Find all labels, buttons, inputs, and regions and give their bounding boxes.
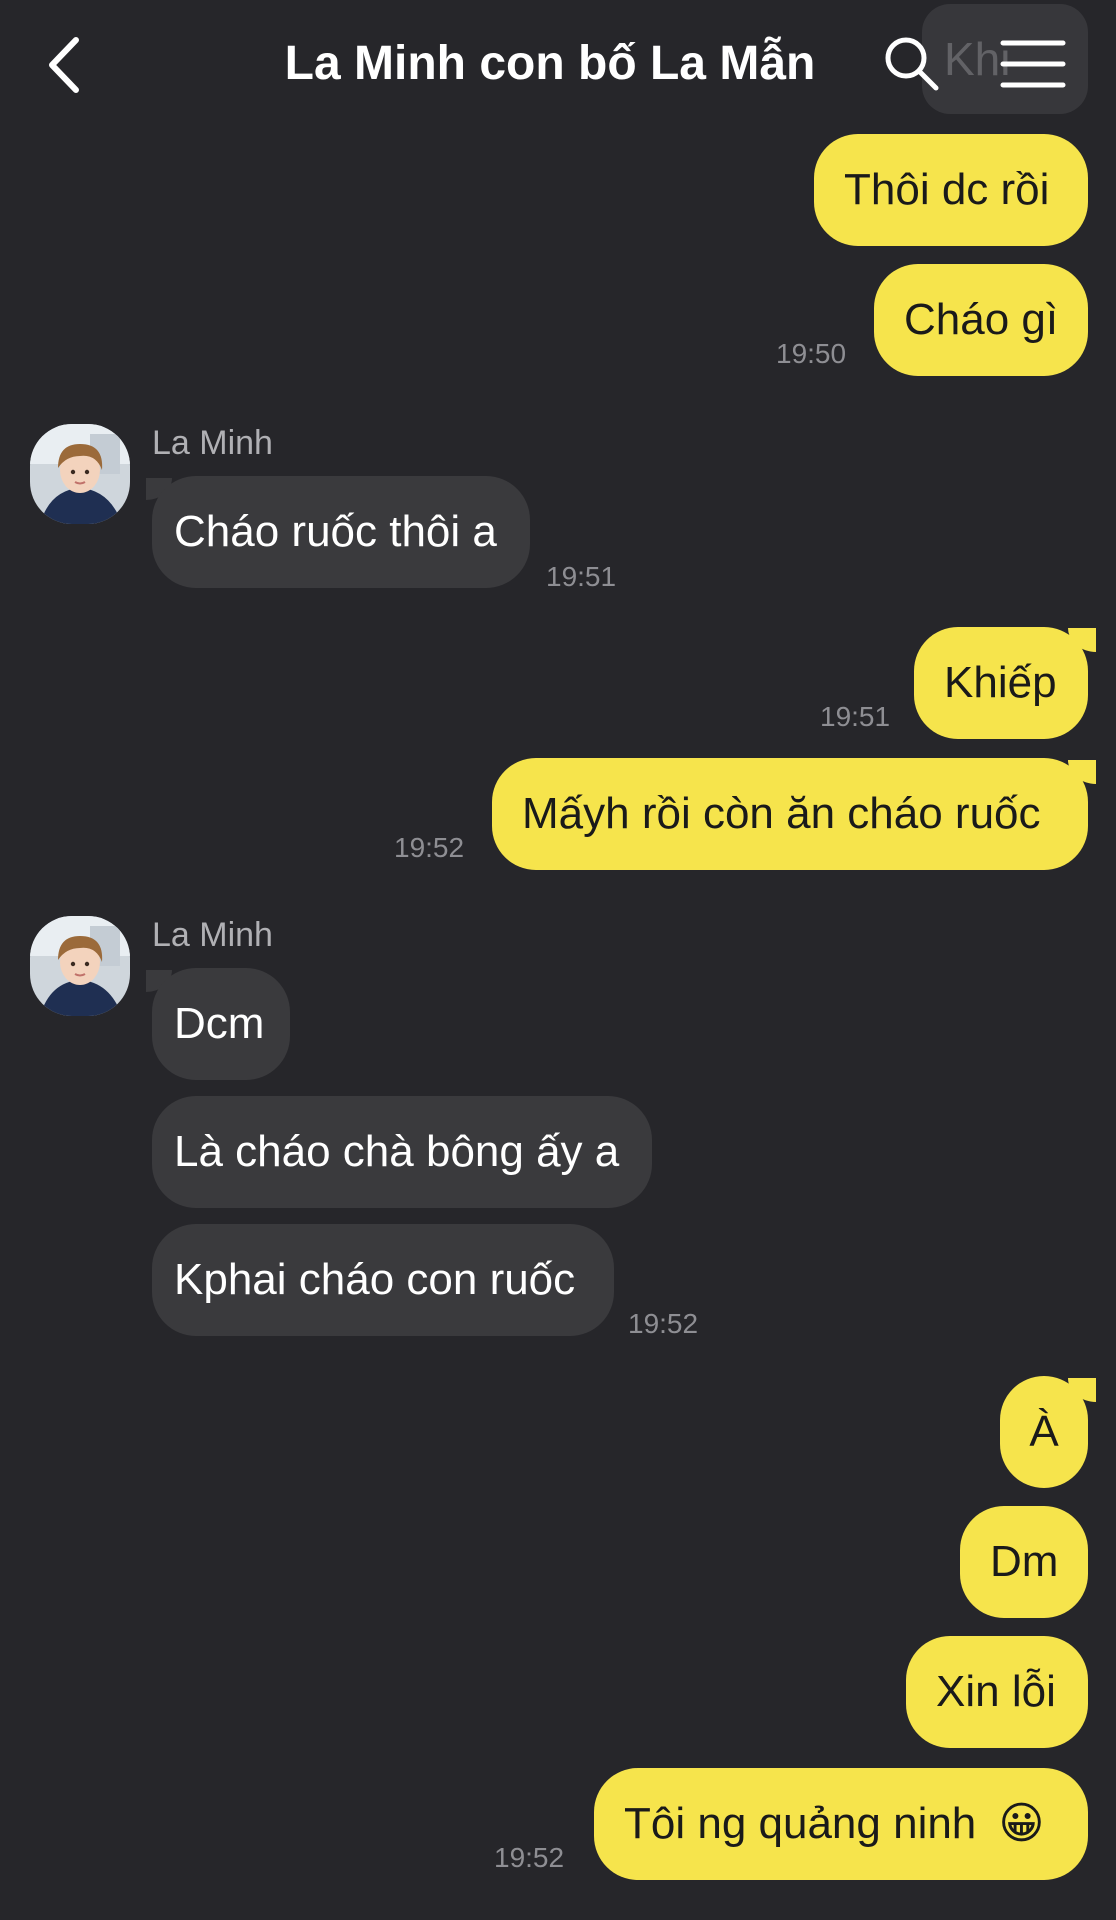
message-bubble-outgoing[interactable]: Xin lỗi (906, 1636, 1088, 1748)
message-bubble-outgoing[interactable]: À (1000, 1376, 1088, 1488)
menu-icon (1000, 40, 1066, 88)
sender-name: La Minh (152, 916, 273, 954)
message-bubble-outgoing[interactable]: Thôi dc rồi (814, 134, 1088, 246)
message-bubble-incoming[interactable]: Là cháo chà bông ấy a (152, 1096, 652, 1208)
sender-name: La Minh (152, 424, 273, 462)
message-bubble-incoming[interactable]: Dcm (152, 968, 290, 1080)
message-timestamp: 19:52 (628, 1308, 699, 1339)
search-icon (885, 37, 939, 91)
message-timestamp: 19:52 (394, 832, 465, 863)
message-bubble-outgoing[interactable]: Cháo gì (874, 264, 1088, 376)
message-bubble-incoming[interactable]: Cháo ruốc thôi a (152, 476, 530, 588)
message-bubble-outgoing[interactable]: Tôi ng quảng ninh 😀 (594, 1768, 1088, 1880)
message-timestamp: 19:52 (494, 1842, 565, 1873)
menu-button[interactable] (1000, 38, 1066, 90)
avatar[interactable] (30, 916, 130, 1016)
message-text: Tôi ng quảng ninh (624, 1799, 977, 1848)
avatar[interactable] (30, 424, 130, 524)
grinning-emoji-icon: 😀 (998, 1798, 1045, 1849)
message-timestamp: 19:51 (820, 701, 891, 732)
message-timestamp: 19:51 (546, 561, 617, 592)
chat-header: Khi La Minh con bố La Mẫn (0, 0, 1116, 130)
message-bubble-outgoing[interactable]: Mấyh rồi còn ăn cháo ruốc (492, 758, 1088, 870)
message-bubble-outgoing[interactable]: Dm (960, 1506, 1088, 1618)
back-chevron-icon (49, 37, 79, 93)
message-bubble-incoming[interactable]: Kphai cháo con ruốc (152, 1224, 614, 1336)
back-button[interactable] (40, 30, 100, 100)
message-bubble-outgoing[interactable]: Khiếp (914, 627, 1088, 739)
chat-title: La Minh con bố La Mẫn (284, 37, 816, 90)
message-timestamp: 19:50 (776, 338, 847, 369)
search-button[interactable] (882, 34, 942, 94)
